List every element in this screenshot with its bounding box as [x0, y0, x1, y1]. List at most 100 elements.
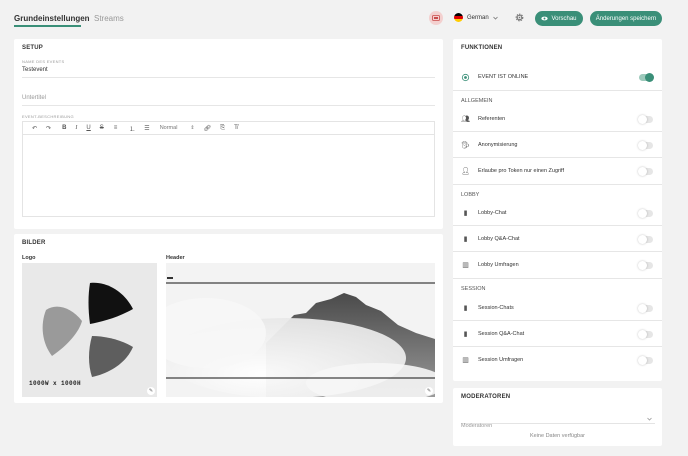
bar-chart-icon: ▥ — [462, 262, 469, 269]
lobby-qa-row: ▮ Lobby Q&A-Chat — [461, 234, 655, 244]
toggle-knob — [638, 166, 647, 176]
toggle-knob — [645, 72, 654, 82]
images-title: BILDER — [22, 240, 46, 246]
attachment-icon[interactable]: ⎘ — [220, 125, 225, 132]
german-flag-icon — [454, 13, 463, 22]
editor-toolbar: ↶ ↷ B I U S ≡ ⒈ ☰ Normal ⇕ 🔗︎ ⎘ T̸ — [22, 121, 435, 135]
logo-image — [42, 282, 133, 377]
divider — [22, 77, 435, 78]
format-select[interactable]: Normal — [160, 125, 178, 131]
bar-chart-icon: ▥ — [462, 357, 469, 364]
header-label: Header — [166, 255, 185, 261]
align-icon[interactable]: ≡ — [114, 125, 118, 131]
qa-chat-icon: ▮ — [463, 331, 468, 338]
chat-icon: ▮ — [463, 210, 468, 217]
moderators-empty-text: Keine Daten verfügbar — [529, 433, 586, 439]
lobby-chat-label: Lobby-Chat — [478, 210, 507, 216]
moderators-title: MODERATOREN — [461, 394, 511, 400]
toggle-knob — [638, 140, 647, 150]
session-qa-toggle[interactable] — [638, 329, 653, 339]
broadcast-icon — [461, 73, 470, 81]
edit-header-icon[interactable]: ✎ — [425, 387, 433, 395]
link-icon[interactable]: 🔗︎ — [204, 125, 212, 132]
divider — [453, 157, 662, 158]
lobby-polls-row: ▥ Lobby Umfragen — [461, 260, 655, 270]
toggle-knob — [638, 208, 647, 218]
ordered-list-icon[interactable]: ⒈ — [129, 124, 135, 133]
lobby-chat-row: ▮ Lobby-Chat — [461, 208, 655, 218]
toggle-knob — [638, 234, 647, 244]
moderators-select[interactable]: Moderatoren — [461, 414, 655, 429]
broadcast-icon — [432, 15, 440, 21]
session-qa-row: ▮ Session Q&A-Chat — [461, 329, 655, 339]
underline-icon[interactable]: U — [86, 125, 90, 131]
session-polls-toggle[interactable] — [638, 355, 653, 365]
setup-title: SETUP — [22, 45, 44, 51]
logo-preview[interactable]: 1000W x 1000H ✎ — [22, 263, 157, 397]
session-chat-row: ▮ Session-Chats — [461, 303, 655, 313]
people-icon: 👥︎ — [461, 116, 470, 123]
toggle-knob — [638, 260, 647, 270]
single-token-access-toggle[interactable] — [638, 166, 653, 176]
save-changes-button[interactable]: Änderungen speichern — [590, 11, 662, 26]
lobby-qa-toggle[interactable] — [638, 234, 653, 244]
strikethrough-icon[interactable]: S — [100, 125, 104, 131]
toggle-knob — [638, 355, 647, 365]
tab-grundeinstellungen[interactable]: Grundeinstellungen — [14, 14, 90, 23]
referenten-toggle[interactable] — [638, 114, 653, 124]
lobby-polls-toggle[interactable] — [638, 260, 653, 270]
divider — [22, 105, 435, 106]
language-selector[interactable]: German — [454, 13, 498, 22]
description-label: EVENT-BESCHREIBUNG — [22, 114, 74, 119]
event-online-label: EVENT IST ONLINE — [478, 74, 529, 80]
description-editor[interactable] — [22, 135, 435, 217]
event-online-toggle[interactable] — [639, 72, 654, 82]
clear-format-icon[interactable]: T̸ — [234, 125, 238, 131]
session-chat-toggle[interactable] — [638, 303, 653, 313]
anonymisierung-toggle[interactable] — [638, 140, 653, 150]
select-arrows-icon: ⇕ — [190, 125, 195, 131]
lobby-chat-toggle[interactable] — [638, 208, 653, 218]
divider — [453, 184, 662, 185]
toggle-knob — [638, 114, 647, 124]
section-general: ALLGEMEIN — [461, 98, 493, 104]
divider — [453, 131, 662, 132]
anonymisierung-row: 🕵︎ Anonymisierung — [461, 140, 655, 150]
redo-icon[interactable]: ↷ — [46, 125, 51, 132]
language-label: German — [467, 14, 489, 21]
toggle-knob — [638, 329, 647, 339]
eye-icon — [541, 16, 549, 21]
gear-icon[interactable] — [514, 12, 525, 23]
session-polls-label: Session Umfragen — [478, 357, 524, 363]
divider — [453, 320, 662, 321]
event-online-row: EVENT IST ONLINE — [461, 72, 655, 82]
subtitle-input[interactable]: Untertitel — [22, 95, 435, 101]
preview-button[interactable]: Vorschau — [535, 11, 583, 26]
divider — [453, 90, 662, 91]
qa-chat-icon: ▮ — [463, 236, 468, 243]
bold-icon[interactable]: B — [62, 125, 66, 131]
bullet-list-icon[interactable]: ☰ — [144, 125, 149, 132]
divider — [453, 251, 662, 252]
chevron-down-icon — [492, 16, 498, 20]
anonymisierung-label: Anonymisierung — [478, 142, 518, 148]
event-name-input[interactable]: Testevent — [22, 67, 435, 73]
moderators-placeholder: Moderatoren — [461, 423, 493, 429]
header-preview[interactable]: ✎ — [166, 263, 435, 397]
event-name-label: NAME DES EVENTS — [22, 59, 65, 64]
referenten-row: 👥︎ Referenten — [461, 114, 655, 124]
tab-streams[interactable]: Streams — [94, 14, 124, 23]
preview-label: Vorschau — [551, 15, 577, 22]
italic-icon[interactable]: I — [75, 125, 77, 131]
toggle-knob — [638, 303, 647, 313]
undo-icon[interactable]: ↶ — [32, 125, 37, 132]
session-qa-label: Session Q&A-Chat — [478, 331, 525, 337]
incognito-icon: 🕵︎ — [461, 142, 470, 149]
single-token-access-label: Erlaube pro Token nur einen Zugriff — [478, 168, 565, 174]
edit-logo-icon[interactable]: ✎ — [147, 387, 155, 395]
chevron-down-icon — [647, 417, 652, 421]
divider — [453, 225, 662, 226]
active-tab-indicator — [14, 25, 81, 27]
logo-label: Logo — [22, 255, 36, 261]
live-icon-button[interactable] — [429, 11, 443, 25]
